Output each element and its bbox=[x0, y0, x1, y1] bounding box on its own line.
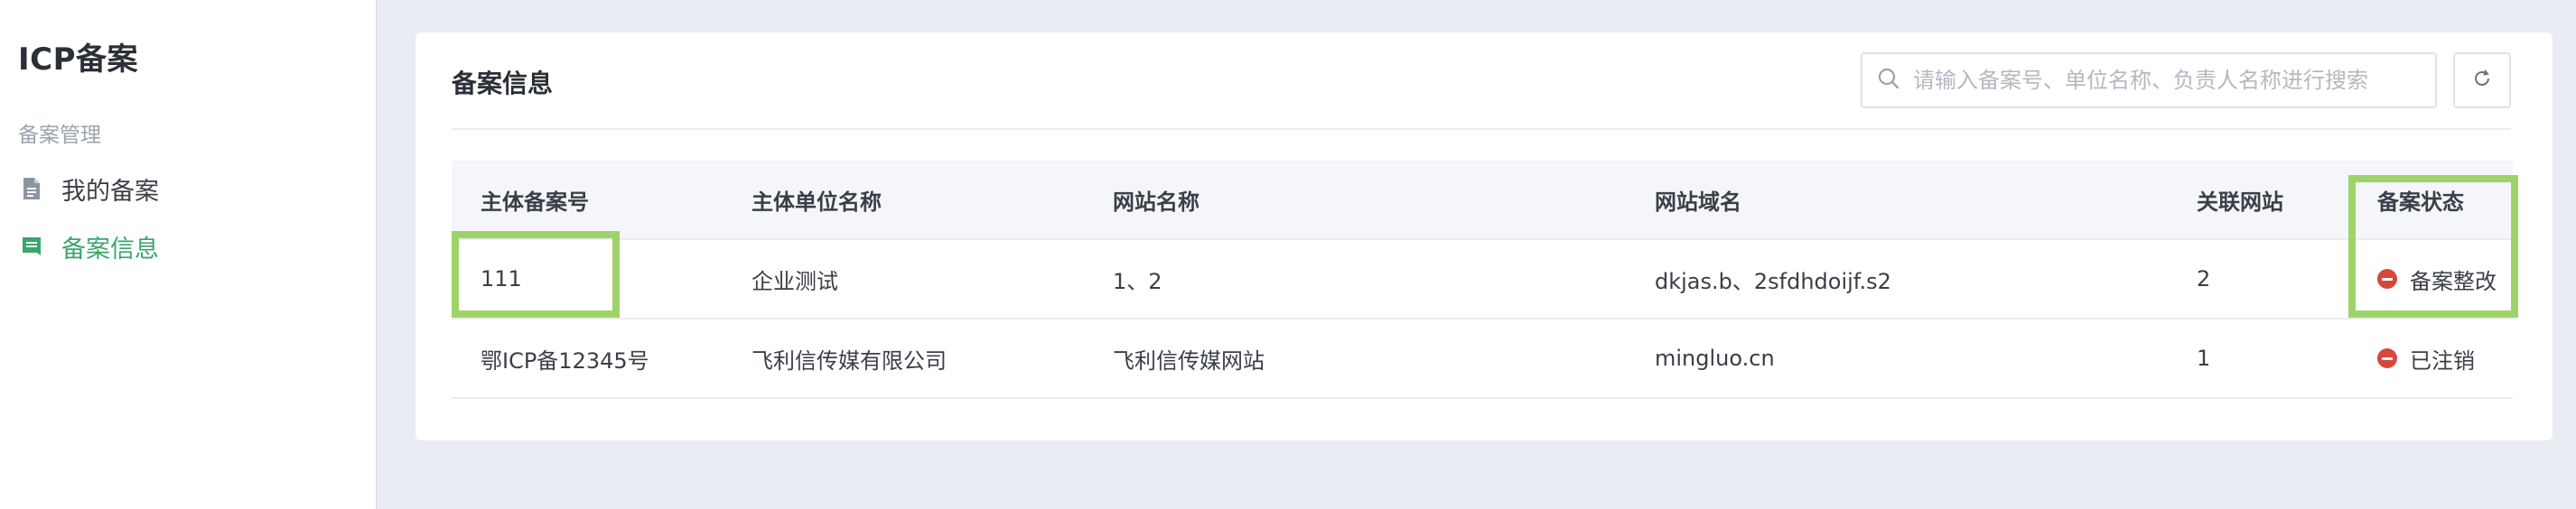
company-name: 飞利信传媒有限公司 bbox=[751, 347, 947, 374]
site-domain: dkjas.b、2sfdhdoijf.s2 bbox=[1655, 268, 1891, 294]
company-name: 企业测试 bbox=[751, 268, 838, 294]
document-icon bbox=[18, 175, 45, 202]
refresh-icon bbox=[2471, 68, 2493, 93]
record-info-card: 备案信息 主体备案号 主体单位名称 网站名称 网站域名 关联网站 备案状态 bbox=[415, 32, 2553, 440]
column-header: 网站域名 bbox=[1655, 189, 1741, 215]
status-text: 备案整改 bbox=[2410, 268, 2497, 294]
sidebar-item-record-info[interactable]: 备案信息 bbox=[18, 227, 159, 266]
table-row[interactable]: 鄂ICP备12345号 飞利信传媒有限公司 飞利信传媒网站 mingluo.cn… bbox=[452, 319, 2513, 399]
linked-sites-count: 1 bbox=[2197, 346, 2211, 371]
table-row[interactable]: 111 企业测试 1、2 dkjas.b、2sfdhdoijf.s2 2 备案整… bbox=[452, 240, 2513, 319]
status-minus-icon bbox=[2377, 348, 2397, 368]
site-name: 1、2 bbox=[1113, 268, 1162, 294]
record-number: 111 bbox=[481, 266, 522, 292]
message-icon bbox=[18, 233, 45, 260]
sidebar-item-my-records[interactable]: 我的备案 bbox=[18, 169, 159, 208]
site-name: 飞利信传媒网站 bbox=[1113, 347, 1265, 374]
search-input[interactable] bbox=[1911, 53, 2435, 107]
search-icon bbox=[1877, 67, 1900, 94]
divider bbox=[452, 128, 2511, 130]
app-title: ICP备案 bbox=[18, 42, 139, 78]
column-header: 网站名称 bbox=[1113, 189, 1199, 215]
status-badge: 备案整改 bbox=[2377, 264, 2497, 295]
column-header: 关联网站 bbox=[2197, 189, 2283, 215]
sidebar-item-label: 备案信息 bbox=[61, 235, 159, 264]
sidebar: ICP备案 备案管理 我的备案 备案信息 bbox=[0, 0, 378, 509]
linked-sites-count: 2 bbox=[2197, 266, 2211, 292]
status-text: 已注销 bbox=[2410, 347, 2475, 374]
site-domain: mingluo.cn bbox=[1655, 346, 1775, 371]
page-title: 备案信息 bbox=[452, 69, 554, 98]
search-box[interactable] bbox=[1861, 52, 2437, 108]
status-minus-icon bbox=[2377, 269, 2397, 289]
status-badge: 已注销 bbox=[2377, 343, 2475, 375]
sidebar-item-label: 我的备案 bbox=[61, 177, 159, 206]
column-header: 备案状态 bbox=[2377, 189, 2464, 215]
refresh-button[interactable] bbox=[2453, 52, 2511, 108]
column-header: 主体单位名称 bbox=[751, 189, 882, 215]
table-header: 主体备案号 主体单位名称 网站名称 网站域名 关联网站 备案状态 bbox=[452, 161, 2513, 240]
record-number: 鄂ICP备12345号 bbox=[481, 347, 649, 374]
sidebar-section-label: 备案管理 bbox=[18, 124, 101, 147]
records-table: 主体备案号 主体单位名称 网站名称 网站域名 关联网站 备案状态 111 企业测… bbox=[452, 161, 2513, 399]
column-header: 主体备案号 bbox=[481, 189, 589, 215]
